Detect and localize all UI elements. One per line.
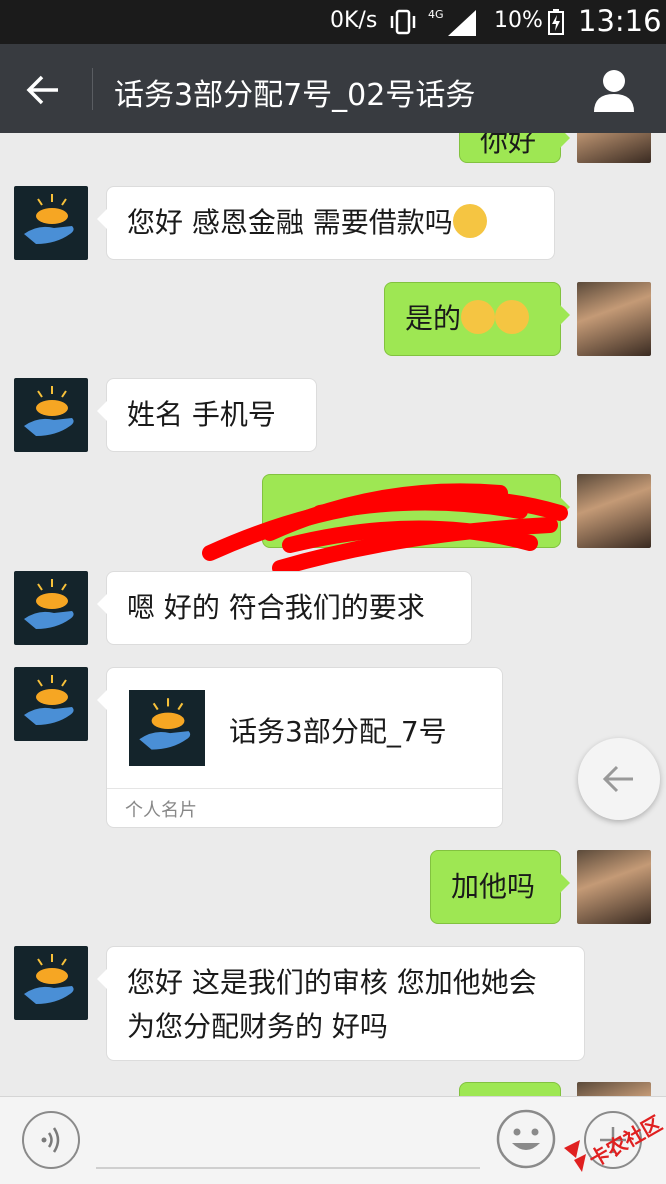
voice-button[interactable] [22,1111,80,1169]
message-bubble-incoming[interactable]: 嗯 好的 符合我们的要求 [97,571,472,645]
message-bubble-outgoing[interactable]: 加他吗 [430,850,570,924]
message-bubble-outgoing[interactable]: 你好 [459,133,570,163]
user-avatar[interactable] [577,850,651,924]
vibrate-icon [390,9,416,35]
message-text: 你好 [480,133,537,158]
back-arrow-icon[interactable] [24,70,64,110]
watermark-text: 卡农社区 [585,1111,664,1172]
agent-avatar[interactable] [14,186,88,260]
message-list[interactable]: 你好 您好 感恩金融 需要借款吗 是的 姓名 手机号 嗯 好的 符合我们的要求 … [0,133,666,1096]
agent-avatar[interactable] [14,946,88,1020]
status-bar: 0K/s 4G 10% 13:16 [0,0,666,44]
redaction-scribble [202,483,568,576]
floating-back-button[interactable] [578,738,660,820]
contact-card[interactable]: 话务3部分配_7号 个人名片 [97,667,503,828]
smile-emoji-icon [452,204,487,238]
header-divider [92,68,93,110]
message-text: 加他吗 [451,870,536,903]
gold-hand-logo-icon [24,194,74,244]
agent-avatar[interactable] [14,571,88,645]
dizzy-emoji-icon [495,300,530,334]
message-bubble-outgoing[interactable] [459,1082,561,1096]
emoji-icon[interactable] [496,1109,556,1169]
message-bubble-incoming[interactable]: 您好 感恩金融 需要借款吗 [97,186,555,260]
message-text: 嗯 好的 符合我们的要求 [127,591,425,624]
gold-hand-logo-icon [24,386,74,436]
message-text: 是的 [405,302,462,335]
message-bubble-incoming[interactable]: 姓名 手机号 [97,378,317,452]
battery-level: 10% [494,8,543,33]
user-avatar[interactable] [577,1082,651,1096]
user-avatar[interactable] [577,133,651,163]
message-text: 您好 这是我们的审核 您加他她会为您分配财务的 好吗 [127,966,537,1043]
chat-title: 话务3部分配7号_02号话务 [114,78,476,113]
battery-charging-icon [548,9,564,35]
voice-icon [41,1127,60,1153]
user-avatar[interactable] [577,282,651,356]
signal-icon: 4G [428,8,476,36]
person-icon[interactable] [590,66,638,114]
network-speed: 0K/s [330,8,378,33]
user-avatar[interactable] [577,474,651,548]
clock: 13:16 [578,4,662,38]
gold-hand-logo-icon [24,675,74,725]
back-arrow-icon [602,765,633,793]
watermark-logo: 卡农社区 [564,1111,664,1172]
dizzy-emoji-icon [461,300,496,334]
gold-hand-logo-icon [24,579,74,629]
gold-hand-logo-icon [24,954,74,1004]
message-text: 您好 感恩金融 需要借款吗 [127,206,453,239]
message-text: 姓名 手机号 [127,398,276,431]
agent-avatar[interactable] [14,378,88,452]
contact-card-avatar [129,690,205,766]
contact-card-divider [107,788,502,789]
message-input[interactable] [96,1167,480,1169]
agent-avatar[interactable] [14,667,88,741]
network-type: 4G [428,8,444,21]
chat-header: 话务3部分配7号_02号话务 [0,44,666,133]
contact-card-name: 话务3部分配_7号 [229,715,447,748]
message-bubble-outgoing[interactable]: 是的 [384,282,570,356]
gold-hand-logo-icon [139,698,191,750]
contact-card-label: 个人名片 [125,800,197,821]
message-bubble-incoming[interactable]: 您好 这是我们的审核 您加他她会为您分配财务的 好吗 [97,946,585,1061]
